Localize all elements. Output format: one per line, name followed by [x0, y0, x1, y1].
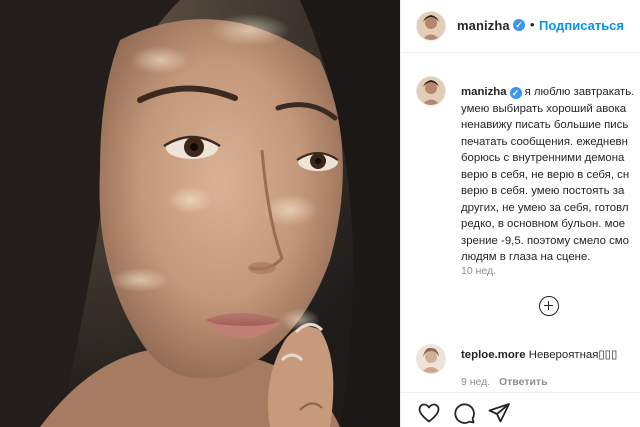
post-side-panel: manizha ✓ • Подписаться manizha ✓ я люблю … — [400, 0, 640, 427]
post-caption: manizha ✓ я люблю завтракать. умею выбират… — [461, 84, 640, 266]
follow-button[interactable]: Подписаться — [539, 18, 624, 33]
caption-timestamp[interactable]: 10 нед. — [461, 265, 496, 277]
avatar[interactable] — [417, 12, 445, 40]
post-header: manizha ✓ • Подписаться — [401, 0, 640, 53]
caption-line: печатать сообщения. ежедневн — [461, 135, 628, 148]
action-bar — [401, 392, 640, 427]
reply-button[interactable]: Ответить — [499, 376, 548, 388]
heart-icon[interactable] — [417, 401, 441, 425]
caption-line: людям в глаза на сцене. — [461, 251, 591, 263]
caption-line: борюсь с внутренними демона — [461, 152, 625, 164]
header-separator: • — [530, 17, 535, 32]
verified-badge-icon: ✓ — [509, 87, 522, 99]
caption-line: верю в себя. умею постоять за — [461, 185, 625, 197]
plus-circle-icon[interactable] — [539, 296, 559, 316]
comment-username[interactable]: teploe.more — [461, 349, 526, 361]
comment-avatar[interactable] — [417, 345, 445, 373]
caption-line: manizha ✓ я люблю завтракать. — [461, 84, 640, 101]
caption-username[interactable]: manizha — [461, 86, 507, 98]
caption-line: верю в себя, не верю в себя, сн — [461, 168, 630, 181]
caption-avatar[interactable] — [417, 77, 445, 105]
caption-text: я люблю завтракать. — [524, 86, 635, 98]
caption-line: ненавижу писать большие пись — [461, 119, 629, 131]
header-username[interactable]: manizha — [457, 18, 510, 33]
comment-text: Невероятная▯▯▯ — [528, 349, 618, 361]
paper-plane-icon[interactable] — [487, 401, 511, 425]
caption-line: других, не умею за себя, готовл — [461, 201, 629, 214]
comment-body: teploe.more Невероятная▯▯▯ — [461, 347, 617, 361]
comment-icon[interactable] — [452, 401, 476, 425]
post-photo[interactable] — [0, 0, 400, 427]
verified-badge-icon: ✓ — [513, 19, 525, 31]
comment-timestamp[interactable]: 9 нед. — [461, 376, 490, 388]
caption-line: редко, в основном бульон. мое — [461, 218, 626, 230]
instagram-post-view: manizha ✓ • Подписаться manizha ✓ я люблю … — [0, 0, 640, 427]
caption-line: зрение -9,5. поэтому смело смо — [461, 234, 629, 247]
caption-line: умею выбирать хороший авока — [461, 102, 627, 115]
